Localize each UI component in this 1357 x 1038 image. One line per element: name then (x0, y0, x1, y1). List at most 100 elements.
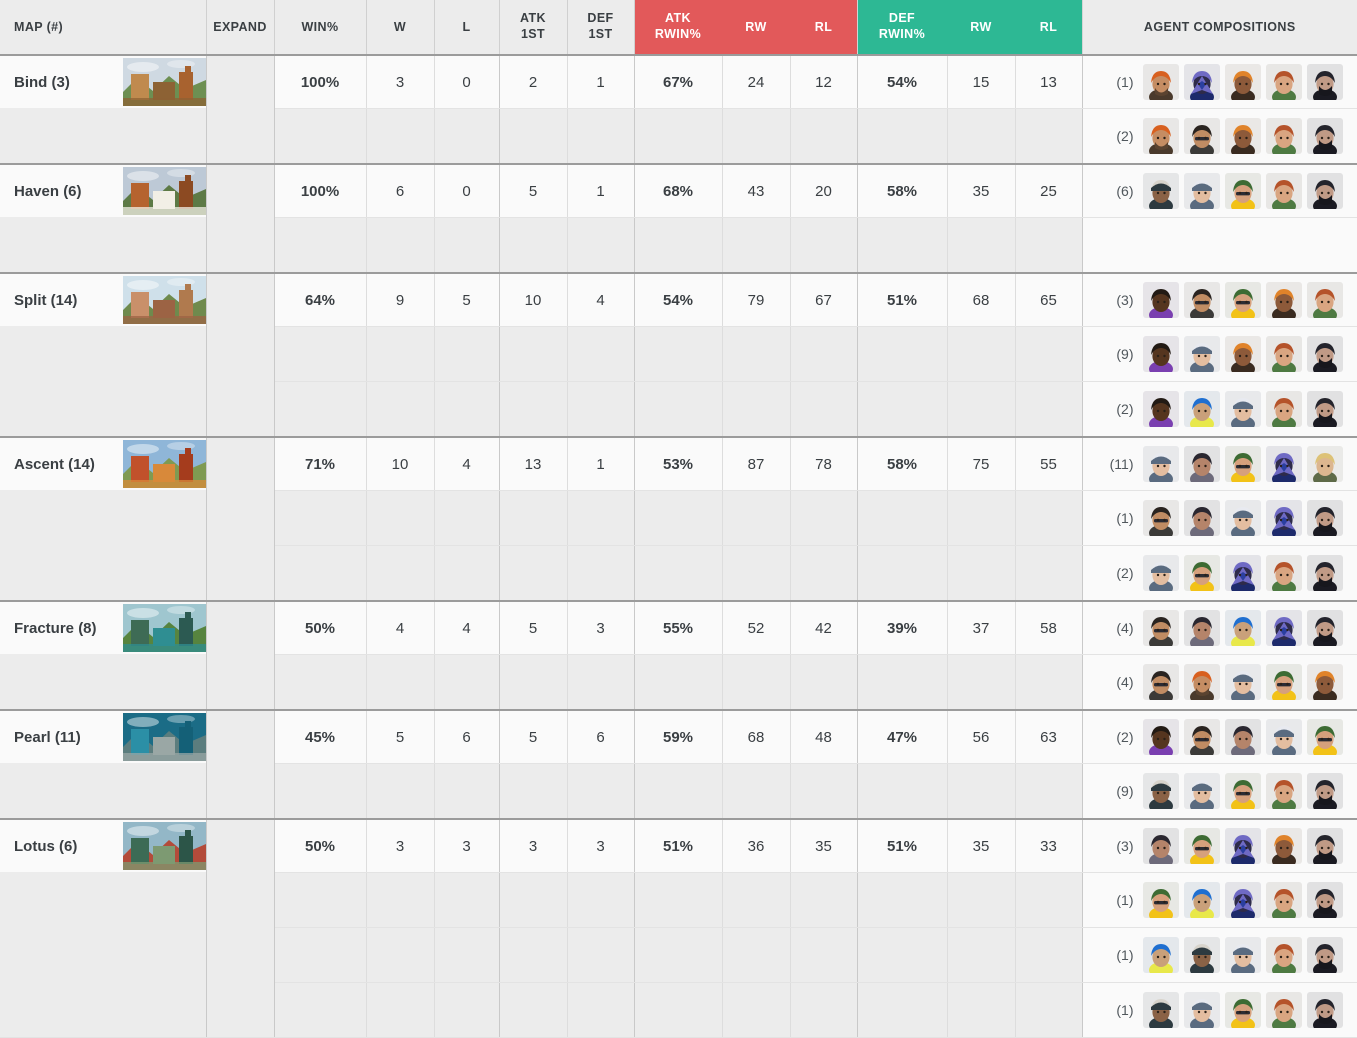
agent-composition-cell[interactable] (1082, 217, 1357, 274)
agent-composition-cell[interactable]: (2) (1082, 381, 1357, 438)
agent-portrait-jett[interactable] (1142, 555, 1179, 591)
agent-portrait-omen[interactable] (1265, 500, 1302, 536)
agent-portrait-cypher[interactable] (1142, 773, 1179, 809)
agent-portrait-skye[interactable] (1265, 173, 1302, 209)
column-header-expand[interactable]: EXPAND (206, 0, 275, 55)
expand-button[interactable] (206, 601, 275, 711)
agent-composition-cell[interactable]: (1) (1082, 872, 1357, 928)
agent-portrait-astra[interactable] (1142, 282, 1179, 318)
agent-portrait-omen[interactable] (1224, 882, 1261, 918)
expand-button[interactable] (206, 819, 275, 1038)
column-header-atk1st[interactable]: ATK 1ST (499, 0, 568, 55)
agent-portrait-jett[interactable] (1224, 664, 1261, 700)
agent-portrait-jett[interactable] (1224, 500, 1261, 536)
column-header-winpct[interactable]: WIN% (274, 0, 367, 55)
agent-composition-cell[interactable]: (11) (1082, 437, 1357, 491)
agent-portrait-viper[interactable] (1306, 610, 1343, 646)
expand-button[interactable] (206, 437, 275, 602)
table-row[interactable]: Ascent (14) 71% 10 4 13 1 53% 87 78 58% 75 55 (11) (0, 437, 1357, 602)
agent-portrait-jett[interactable] (1183, 773, 1220, 809)
agent-portrait-omen[interactable] (1265, 446, 1302, 482)
expand-button[interactable] (206, 710, 275, 820)
agent-portrait-omen[interactable] (1224, 828, 1261, 864)
table-row[interactable]: Split (14) 64% 9 5 10 4 54% 79 67 51% 68 65 (3) (0, 273, 1357, 438)
agent-portrait-killjoy[interactable] (1306, 719, 1343, 755)
agent-portrait-breach[interactable] (1183, 118, 1220, 154)
agent-composition-cell[interactable]: (4) (1082, 654, 1357, 711)
map-cell[interactable]: Split (14) (0, 273, 207, 438)
agent-portrait-sova[interactable] (1306, 446, 1343, 482)
agent-portrait-skye[interactable] (1265, 118, 1302, 154)
agent-portrait-killjoy[interactable] (1265, 664, 1302, 700)
column-header-def_rw[interactable]: RW (947, 0, 1016, 55)
agent-portrait-viper[interactable] (1306, 64, 1343, 100)
column-header-atk_rl[interactable]: RL (790, 0, 858, 55)
agent-composition-cell[interactable]: (9) (1082, 763, 1357, 820)
agent-composition-cell[interactable]: (1) (1082, 490, 1357, 546)
agent-composition-cell[interactable]: (1) (1082, 982, 1357, 1038)
column-header-agents[interactable]: AGENT COMPOSITIONS (1082, 0, 1357, 55)
agent-portrait-viper[interactable] (1306, 937, 1343, 973)
agent-portrait-viper[interactable] (1306, 828, 1343, 864)
agent-portrait-raze[interactable] (1224, 64, 1261, 100)
agent-portrait-omen[interactable] (1224, 555, 1261, 591)
map-cell[interactable]: Ascent (14) (0, 437, 207, 602)
agent-portrait-viper[interactable] (1306, 391, 1343, 427)
column-header-defrwin[interactable]: DEF RWIN% (857, 0, 948, 55)
agent-composition-cell[interactable]: (3) (1082, 273, 1357, 327)
agent-portrait-astra[interactable] (1142, 336, 1179, 372)
agent-portrait-killjoy[interactable] (1224, 173, 1261, 209)
agent-portrait-killjoy[interactable] (1224, 773, 1261, 809)
agent-composition-cell[interactable]: (1) (1082, 55, 1357, 109)
table-row[interactable]: Bind (3) 100% 3 0 2 1 67% 24 12 54% 15 13 (1) (0, 55, 1357, 165)
column-header-atk_rw[interactable]: RW (722, 0, 791, 55)
agent-portrait-killjoy[interactable] (1183, 828, 1220, 864)
agent-composition-cell[interactable]: (4) (1082, 601, 1357, 655)
agent-portrait-jett[interactable] (1183, 336, 1220, 372)
agent-portrait-raze[interactable] (1306, 664, 1343, 700)
agent-portrait-brimstone[interactable] (1142, 64, 1179, 100)
agent-portrait-raze[interactable] (1265, 828, 1302, 864)
agent-portrait-fade[interactable] (1183, 446, 1220, 482)
column-header-atkrwin[interactable]: ATK RWIN% (634, 0, 723, 55)
expand-button[interactable] (206, 164, 275, 274)
agent-portrait-skye[interactable] (1265, 64, 1302, 100)
agent-portrait-cypher[interactable] (1142, 173, 1179, 209)
agent-portrait-viper[interactable] (1306, 992, 1343, 1028)
agent-portrait-skye[interactable] (1265, 555, 1302, 591)
map-cell[interactable]: Lotus (6) (0, 819, 207, 1038)
agent-portrait-jett[interactable] (1224, 937, 1261, 973)
agent-composition-cell[interactable]: (2) (1082, 710, 1357, 764)
column-header-def_rl[interactable]: RL (1015, 0, 1083, 55)
column-header-map[interactable]: MAP (#) (0, 0, 207, 55)
agent-portrait-breach[interactable] (1142, 664, 1179, 700)
agent-portrait-fade[interactable] (1183, 500, 1220, 536)
agent-portrait-viper[interactable] (1306, 555, 1343, 591)
agent-portrait-viper[interactable] (1306, 118, 1343, 154)
agent-portrait-omen[interactable] (1265, 610, 1302, 646)
agent-portrait-viper[interactable] (1306, 336, 1343, 372)
agent-portrait-neon[interactable] (1142, 937, 1179, 973)
agent-portrait-fade[interactable] (1142, 828, 1179, 864)
agent-portrait-astra[interactable] (1142, 391, 1179, 427)
agent-portrait-breach[interactable] (1142, 610, 1179, 646)
agent-portrait-jett[interactable] (1142, 446, 1179, 482)
agent-composition-cell[interactable]: (1) (1082, 927, 1357, 983)
agent-portrait-jett[interactable] (1183, 173, 1220, 209)
table-row[interactable]: Haven (6) 100% 6 0 5 1 68% 43 20 58% 35 25 (6) (0, 164, 1357, 274)
agent-portrait-raze[interactable] (1265, 282, 1302, 318)
agent-portrait-cypher[interactable] (1183, 937, 1220, 973)
map-cell[interactable]: Fracture (8) (0, 601, 207, 711)
agent-portrait-breach[interactable] (1183, 282, 1220, 318)
agent-portrait-neon[interactable] (1224, 610, 1261, 646)
agent-composition-cell[interactable]: (9) (1082, 326, 1357, 382)
map-cell[interactable]: Haven (6) (0, 164, 207, 274)
expand-button[interactable] (206, 273, 275, 438)
column-header-w[interactable]: W (366, 0, 435, 55)
table-row[interactable]: Pearl (11) 45% 5 6 5 6 59% 68 48 47% 56 63 (2) (0, 710, 1357, 820)
agent-portrait-brimstone[interactable] (1142, 118, 1179, 154)
table-row[interactable]: Lotus (6) 50% 3 3 3 3 51% 36 35 51% 35 33 (3) (0, 819, 1357, 1038)
agent-portrait-astra[interactable] (1142, 719, 1179, 755)
agent-portrait-neon[interactable] (1183, 882, 1220, 918)
agent-portrait-viper[interactable] (1306, 500, 1343, 536)
